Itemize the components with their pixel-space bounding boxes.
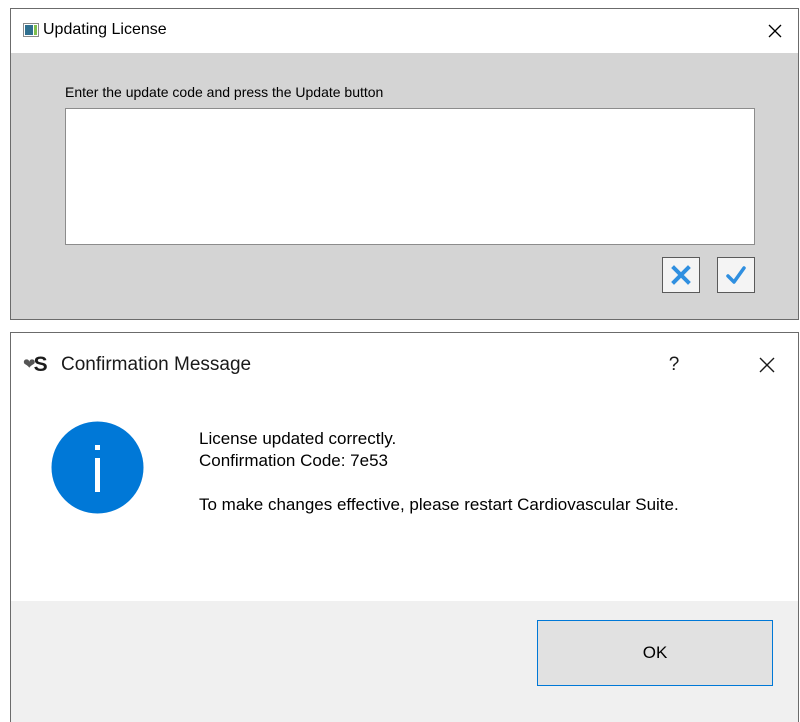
confirmation-dialog-title: Confirmation Message	[61, 354, 252, 375]
update-dialog-titlebar: Updating License	[11, 9, 798, 53]
x-icon	[671, 265, 691, 285]
checkmark-icon	[726, 266, 746, 284]
message-line-2: Confirmation Code: 7e53	[199, 451, 389, 470]
update-button[interactable]	[717, 257, 755, 293]
message-line-3: To make changes effective, please restar…	[199, 495, 679, 514]
info-icon	[51, 421, 144, 514]
update-dialog-close-button[interactable]	[752, 9, 798, 53]
update-license-dialog: Updating License Enter the update code a…	[10, 8, 799, 320]
help-button[interactable]: ?	[651, 343, 697, 387]
confirmation-message: License updated correctly. Confirmation …	[199, 428, 789, 516]
cs-logo-icon: ❤ S	[23, 352, 48, 376]
update-dialog-title: Updating License	[43, 21, 167, 38]
message-line-1: License updated correctly.	[199, 429, 397, 448]
close-icon	[768, 24, 782, 38]
update-code-input[interactable]	[65, 108, 755, 245]
update-code-prompt: Enter the update code and press the Upda…	[65, 84, 384, 100]
cancel-button[interactable]	[662, 257, 700, 293]
confirmation-dialog-close-button[interactable]	[744, 343, 790, 387]
confirmation-dialog: ❤ S Confirmation Message ? License update…	[10, 332, 799, 722]
close-icon	[759, 357, 775, 373]
app-icon	[23, 23, 39, 37]
ok-button[interactable]: OK	[537, 620, 773, 686]
confirmation-dialog-titlebar: ❤ S Confirmation Message ?	[11, 333, 798, 393]
